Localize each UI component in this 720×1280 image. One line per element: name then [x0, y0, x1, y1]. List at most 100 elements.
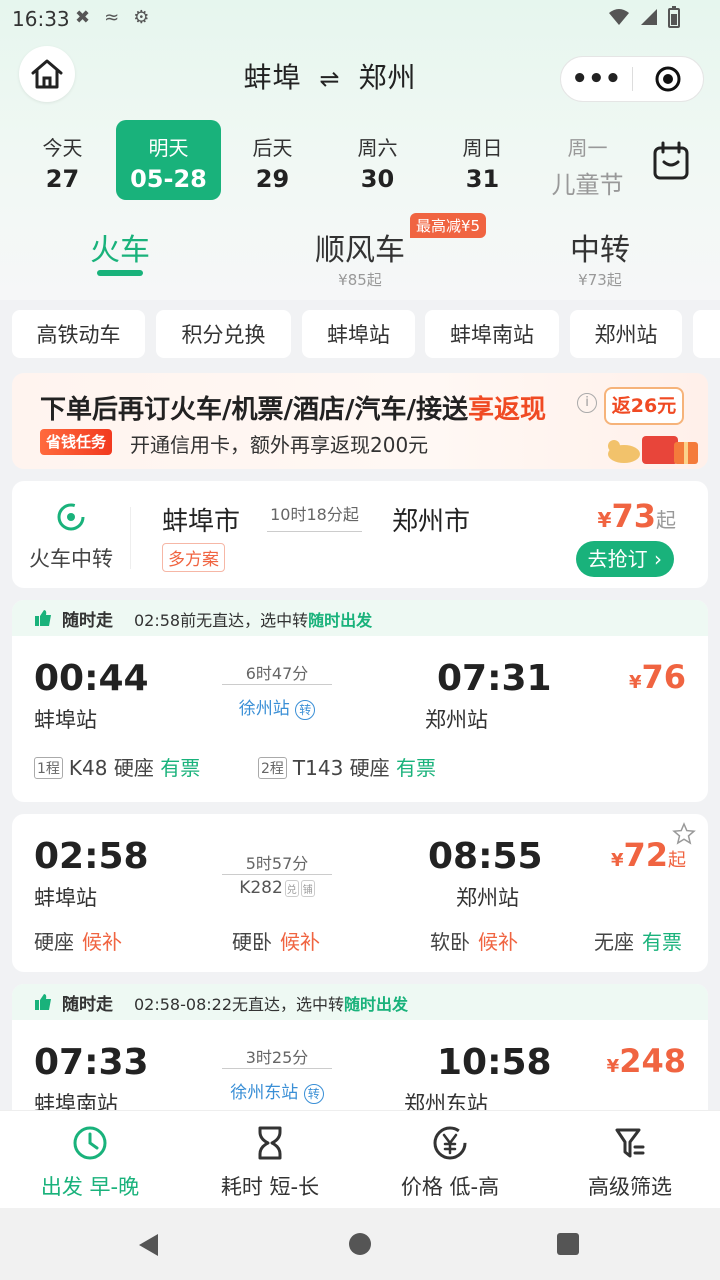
close-miniprogram-button[interactable]	[633, 65, 704, 93]
price-suffix: 起	[668, 850, 686, 871]
travel-duration: 3时25分	[245, 1048, 309, 1067]
status-time: 16:33	[12, 7, 70, 31]
transfer-badge: 转	[295, 700, 316, 720]
date-item[interactable]: 今天 27	[10, 120, 115, 200]
arrival-time: 10:58	[437, 1042, 552, 1083]
train-card[interactable]: 02:58 蚌埠站 5时57分 K282 兑铺 08:55 郑州站 ¥72起 硬座…	[12, 814, 708, 972]
date-item[interactable]: 后天 29	[220, 120, 325, 200]
chip-station[interactable]: 蚌埠南站	[425, 310, 559, 358]
waitlist-link[interactable]: 候补	[478, 930, 518, 954]
date-item-selected[interactable]: 明天 05-28	[116, 120, 221, 200]
calendar-button[interactable]	[648, 140, 694, 184]
toolbar-label: 出发 早-晚	[40, 1175, 140, 1199]
tab-train[interactable]: 火车	[60, 225, 180, 269]
departure-station: 蚌埠站	[34, 708, 97, 732]
price-value: 72	[623, 836, 668, 874]
transfer-to: 郑州市	[392, 507, 471, 537]
date-label: 周一	[567, 136, 608, 160]
sort-duration-button[interactable]: 耗时 短-长	[180, 1123, 360, 1201]
tip-bar: 随时走 02:58-08:22无直达，选中转随时出发	[12, 984, 708, 1020]
date-item[interactable]: 周六 30	[325, 120, 430, 200]
berth-tag: 铺	[300, 880, 315, 897]
route-title[interactable]: 蚌埠 ⇌ 郑州	[180, 56, 480, 96]
tip-highlight: 随时出发	[344, 995, 409, 1014]
transfer-card[interactable]: 火车中转 蚌埠市 10时18分起 郑州市 多方案 ¥73起 去抢订 ›	[12, 481, 708, 588]
calendar-icon	[653, 141, 689, 180]
tip-title: 随时走	[62, 611, 113, 631]
toolbar-label: 耗时 短-长	[220, 1175, 320, 1199]
seat-type: 硬座	[349, 756, 390, 780]
thumbs-up-icon	[35, 994, 51, 1010]
back-icon[interactable]	[136, 1232, 162, 1258]
sort-price-button[interactable]: 价格 低-高	[360, 1123, 540, 1201]
filter-chips: 高铁动车 积分兑换 蚌埠站 蚌埠南站 郑州站	[12, 310, 720, 358]
advanced-filter-button[interactable]: 高级筛选	[540, 1123, 720, 1201]
tab-label: 火车	[90, 233, 150, 268]
departure-time: 00:44	[34, 658, 149, 699]
date-number: 29	[255, 165, 290, 193]
ticket-status: 有票	[396, 756, 437, 780]
chip-partial[interactable]	[693, 310, 720, 358]
waitlist-link[interactable]: 候补	[280, 930, 320, 954]
recents-icon[interactable]	[556, 1232, 580, 1256]
tab-rideshare[interactable]: 顺风车 ¥85起	[290, 225, 430, 290]
currency-symbol: ¥	[597, 508, 612, 532]
train-card[interactable]: 随时走 02:58前无直达，选中转随时出发 00:44 蚌埠站 6时47分 徐州…	[12, 600, 708, 802]
tab-label: 中转	[570, 233, 630, 268]
seat-type: 硬座	[34, 930, 74, 954]
thumbs-up-icon	[35, 610, 51, 626]
divider	[130, 507, 131, 569]
tab-transfer[interactable]: 中转 ¥73起	[540, 225, 660, 290]
system-nav-bar	[0, 1208, 720, 1280]
duration-line	[222, 1068, 332, 1069]
home-button[interactable]	[19, 46, 75, 102]
duration-line	[222, 874, 332, 875]
leg-number: 1程	[34, 757, 63, 779]
chip-high-speed[interactable]: 高铁动车	[12, 310, 145, 358]
ticket-status: 有票	[642, 930, 682, 954]
target-icon	[655, 66, 681, 92]
train-code: K282 兑铺	[222, 878, 332, 898]
home-nav-icon[interactable]	[348, 1232, 372, 1256]
tip-bar: 随时走 02:58前无直达，选中转随时出发	[12, 600, 708, 636]
tip-message: 02:58-08:22无直达，选中转	[134, 995, 344, 1014]
price-value: 248	[619, 1042, 686, 1080]
date-number: 05-28	[130, 165, 207, 193]
more-button[interactable]: •••	[561, 59, 632, 99]
leg-info: 1程 K48 硬座 有票	[34, 752, 200, 781]
waitlist-link[interactable]: 候补	[82, 930, 122, 954]
train-price: ¥72起	[611, 836, 686, 874]
info-icon[interactable]: i	[577, 393, 597, 413]
signal-icon	[641, 9, 657, 25]
status-icons-left: ✖ ≈ ⚙	[75, 7, 149, 28]
date-label: 周六	[357, 136, 398, 160]
book-button[interactable]: 去抢订 ›	[575, 541, 674, 577]
leg-number: 2程	[258, 757, 287, 779]
seat-type: 硬卧	[232, 930, 272, 954]
chip-station[interactable]: 郑州站	[570, 310, 682, 358]
date-item[interactable]: 周一 儿童节	[535, 120, 625, 200]
seat-type: 硬座	[113, 756, 154, 780]
date-strip: 今天 27 明天 05-28 后天 29 周六 30 周日 31 周一 儿童节	[10, 120, 625, 200]
travel-duration: 5时57分	[245, 854, 309, 873]
notification-icon: ✖	[75, 7, 91, 28]
sort-departure-button[interactable]: 出发 早-晚	[0, 1123, 180, 1201]
chip-station[interactable]: 蚌埠站	[302, 310, 415, 358]
arrival-station: 郑州站	[425, 708, 488, 732]
chip-points[interactable]: 积分兑换	[156, 310, 291, 358]
status-bar: 16:33 ✖ ≈ ⚙	[0, 0, 720, 40]
currency-symbol: ¥	[610, 850, 624, 871]
departure-time: 07:33	[34, 1042, 149, 1083]
banner-subtitle: 开通信用卡，额外再享返现200元	[130, 433, 429, 457]
transfer-label: 火车中转	[29, 547, 113, 571]
currency-symbol: ¥	[628, 672, 642, 693]
wifi-icon	[609, 9, 629, 25]
date-number: 31	[465, 165, 500, 193]
filter-icon	[615, 1128, 645, 1158]
train-number: T143	[292, 756, 344, 780]
date-item[interactable]: 周日 31	[430, 120, 535, 200]
arrival-time: 07:31	[437, 658, 552, 699]
cashback-banner[interactable]: 下单后再订火车/机票/酒店/汽车/接送享返现 i 省钱任务 开通信用卡，额外再享…	[12, 373, 708, 469]
banner-title-main: 下单后再订火车/机票/酒店/汽车/接送	[40, 395, 468, 425]
date-label: 周日	[462, 136, 503, 160]
